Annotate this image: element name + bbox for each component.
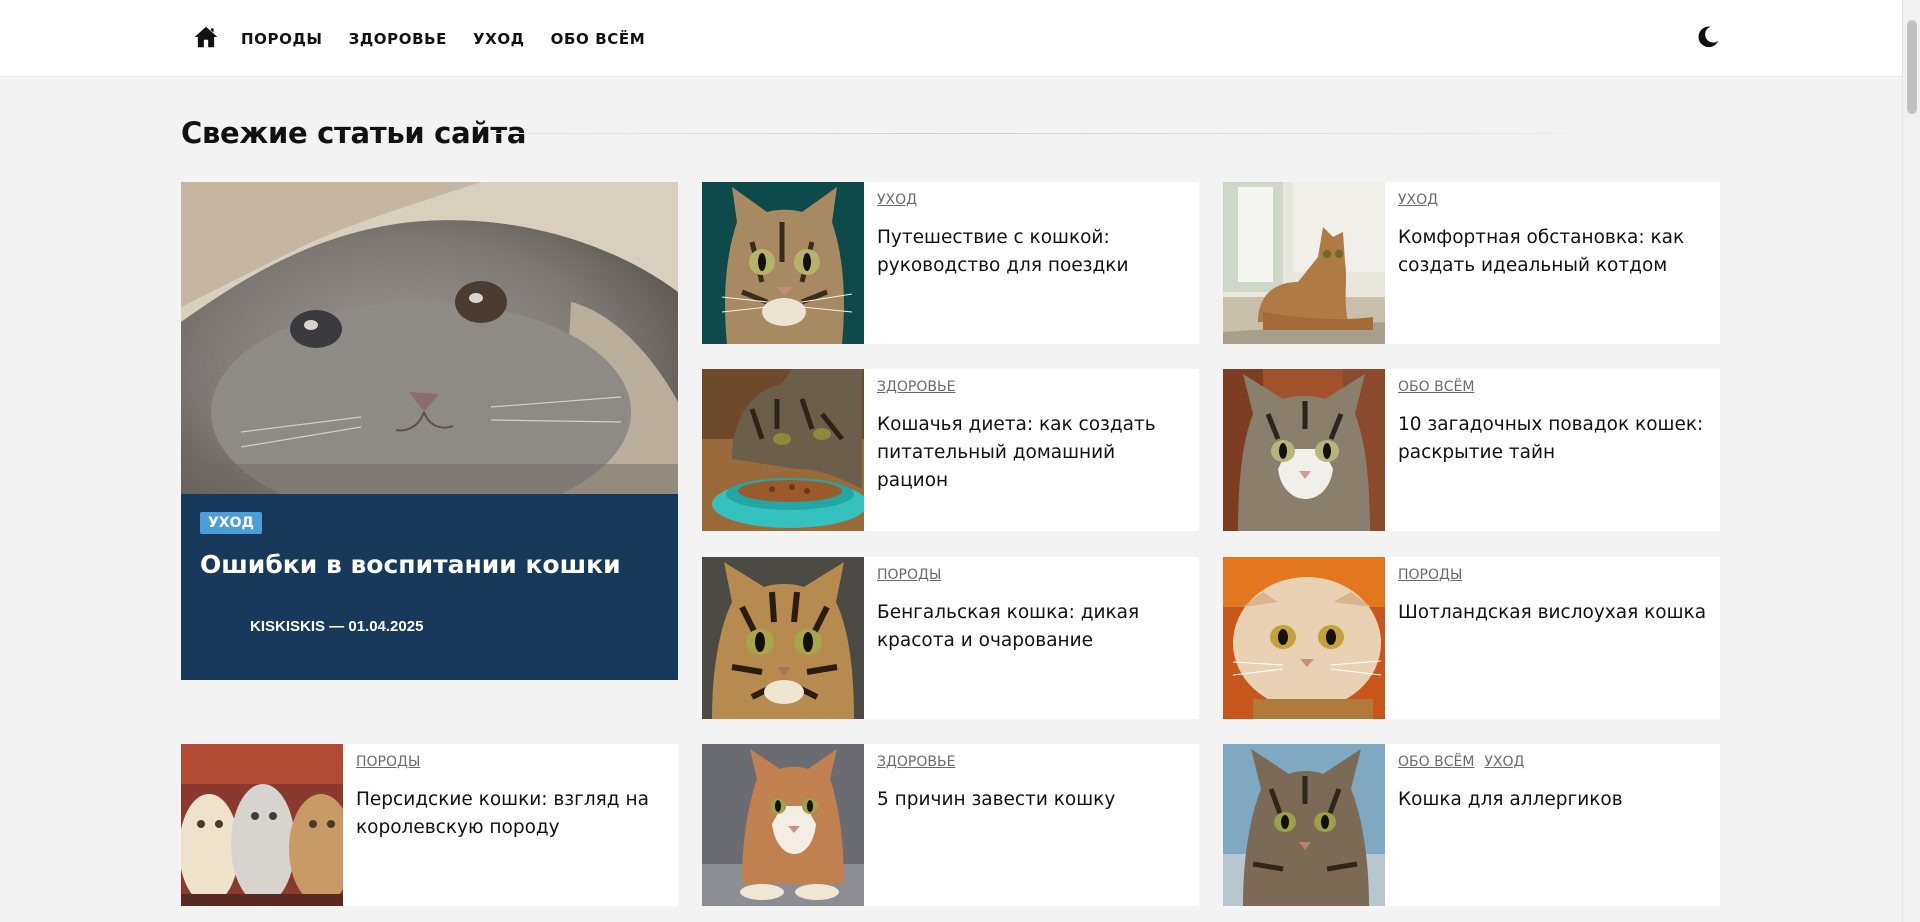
article-thumbnail[interactable] bbox=[702, 744, 864, 906]
article-categories: ЗДОРОВЬЕ bbox=[877, 379, 965, 395]
article-title[interactable]: Кошка для аллергиков bbox=[1398, 786, 1710, 814]
category-link[interactable]: ОБО ВСЁМ bbox=[1398, 379, 1474, 395]
article-title[interactable]: Комфортная обстановка: как создать идеал… bbox=[1398, 224, 1710, 280]
article-categories: ОБО ВСЁМ bbox=[1398, 379, 1484, 395]
article-title[interactable]: 10 загадочных повадок кошек: раскрытие т… bbox=[1398, 411, 1710, 467]
article-thumbnail[interactable] bbox=[702, 557, 864, 719]
article-title[interactable]: Бенгальская кошка: дикая красота и очаро… bbox=[877, 599, 1189, 655]
article-thumbnail[interactable] bbox=[702, 369, 864, 531]
category-link[interactable]: ОБО ВСЁМ bbox=[1398, 754, 1474, 770]
header-inner: ПОРОДЫ ЗДОРОВЬЕ УХОД ОБО ВСЁМ bbox=[181, 0, 1721, 77]
section-title: Свежие статьи сайта bbox=[181, 116, 527, 150]
article-thumbnail[interactable] bbox=[1223, 369, 1385, 531]
page-scrollbar[interactable] bbox=[1902, 0, 1920, 922]
article-categories: УХОД bbox=[1398, 192, 1448, 208]
nav-item-breeds[interactable]: ПОРОДЫ bbox=[241, 30, 323, 48]
section-divider bbox=[490, 133, 1630, 134]
article-card[interactable]: ПОРОДЫ Шотландская вислоухая кошка bbox=[1223, 557, 1720, 719]
article-categories: УХОД bbox=[877, 192, 927, 208]
featured-title[interactable]: Ошибки в воспитании кошки bbox=[200, 550, 621, 579]
category-link[interactable]: ПОРОДЫ bbox=[1398, 567, 1462, 583]
nav-item-care[interactable]: УХОД bbox=[473, 30, 525, 48]
article-thumbnail[interactable] bbox=[181, 744, 343, 906]
main-nav: ПОРОДЫ ЗДОРОВЬЕ УХОД ОБО ВСЁМ bbox=[241, 0, 671, 77]
article-card[interactable]: ОБО ВСЁМ 10 загадочных повадок кошек: ра… bbox=[1223, 369, 1720, 531]
article-title[interactable]: 5 причин завести кошку bbox=[877, 786, 1189, 814]
article-card[interactable]: ПОРОДЫ Персидские кошки: взгляд на корол… bbox=[181, 744, 678, 906]
category-link[interactable]: УХОД bbox=[1484, 754, 1524, 770]
article-card[interactable]: ЗДОРОВЬЕ 5 причин завести кошку bbox=[702, 744, 1199, 906]
article-card[interactable]: ПОРОДЫ Бенгальская кошка: дикая красота … bbox=[702, 557, 1199, 719]
site-header: ПОРОДЫ ЗДОРОВЬЕ УХОД ОБО ВСЁМ bbox=[0, 0, 1902, 77]
article-categories: ПОРОДЫ bbox=[356, 754, 430, 770]
article-categories: ПОРОДЫ bbox=[1398, 567, 1472, 583]
nav-item-about-all[interactable]: ОБО ВСЁМ bbox=[551, 30, 646, 48]
article-thumbnail[interactable] bbox=[1223, 182, 1385, 344]
home-icon[interactable] bbox=[193, 24, 219, 50]
nav-item-health[interactable]: ЗДОРОВЬЕ bbox=[349, 30, 447, 48]
article-title[interactable]: Путешествие с кошкой: руководство для по… bbox=[877, 224, 1189, 280]
article-title[interactable]: Шотландская вислоухая кошка bbox=[1398, 599, 1710, 627]
article-thumbnail[interactable] bbox=[702, 182, 864, 344]
category-link[interactable]: ЗДОРОВЬЕ bbox=[877, 754, 955, 770]
article-title[interactable]: Кошачья диета: как создать питательный д… bbox=[877, 411, 1189, 495]
article-thumbnail[interactable] bbox=[1223, 557, 1385, 719]
featured-category-badge[interactable]: УХОД bbox=[200, 512, 262, 534]
article-title[interactable]: Персидские кошки: взгляд на королевскую … bbox=[356, 786, 668, 842]
category-link[interactable]: УХОД bbox=[1398, 192, 1438, 208]
article-card[interactable]: ОБО ВСЁМ УХОД Кошка для аллергиков bbox=[1223, 744, 1720, 906]
scrollbar-thumb[interactable] bbox=[1907, 20, 1917, 114]
featured-meta: KISKISKIS — 01.04.2025 bbox=[250, 618, 424, 635]
category-link[interactable]: УХОД bbox=[877, 192, 917, 208]
article-card[interactable]: ЗДОРОВЬЕ Кошачья диета: как создать пита… bbox=[702, 369, 1199, 531]
article-categories: ЗДОРОВЬЕ bbox=[877, 754, 965, 770]
featured-article[interactable]: УХОД Ошибки в воспитании кошки KISKISKIS… bbox=[181, 182, 678, 680]
category-link[interactable]: ЗДОРОВЬЕ bbox=[877, 379, 955, 395]
article-card[interactable]: УХОД Путешествие с кошкой: руководство д… bbox=[702, 182, 1199, 344]
article-categories: ПОРОДЫ bbox=[877, 567, 951, 583]
article-categories: ОБО ВСЁМ УХОД bbox=[1398, 754, 1535, 770]
article-thumbnail[interactable] bbox=[1223, 744, 1385, 906]
category-link[interactable]: ПОРОДЫ bbox=[356, 754, 420, 770]
category-link[interactable]: ПОРОДЫ bbox=[877, 567, 941, 583]
featured-image[interactable] bbox=[181, 182, 678, 494]
moon-icon[interactable] bbox=[1695, 24, 1721, 50]
article-card[interactable]: УХОД Комфортная обстановка: как создать … bbox=[1223, 182, 1720, 344]
